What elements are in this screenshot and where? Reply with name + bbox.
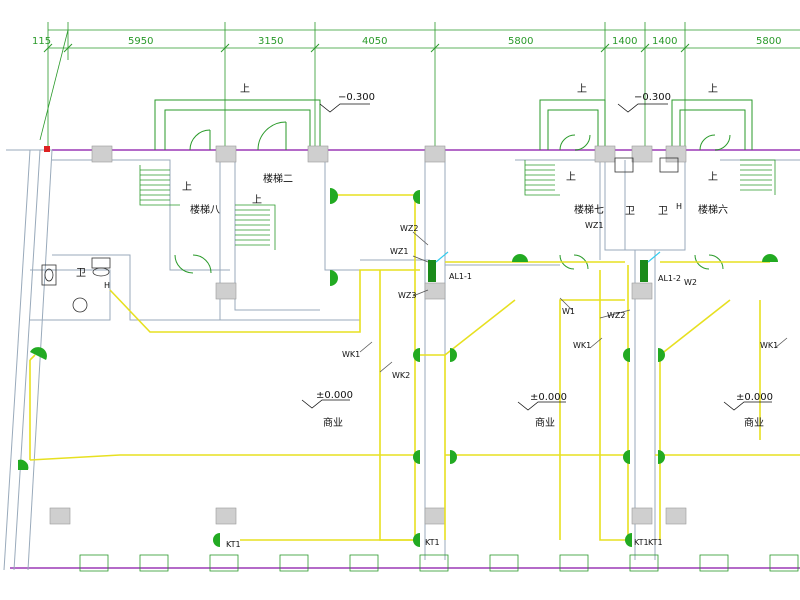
fixture-7	[450, 450, 457, 464]
circuit-wz1-b: WZ1	[585, 221, 603, 230]
circuit-wz2-b: WZ2	[607, 311, 625, 320]
stair-2-label: 楼梯二	[263, 172, 293, 185]
stair-8-label: 楼梯八	[190, 203, 220, 216]
circuit-wk1-b: WK1	[573, 341, 591, 350]
stair-7-label: 楼梯七	[574, 203, 604, 216]
fixture-14	[512, 254, 528, 262]
circuit-w1: W1	[562, 307, 575, 316]
dim-span-5: 1400	[612, 36, 637, 47]
dim-span-3: 4050	[362, 36, 387, 47]
circuit-wz1-a: WZ1	[390, 247, 408, 256]
fixture-17	[625, 533, 632, 547]
floor-plan-drawing: 115 5950 3150 4050 5800 1400 1400 5800 −…	[3, 22, 800, 572]
fixture-8	[623, 348, 630, 362]
panel-al1-2	[640, 260, 648, 282]
h-mark-1: H	[104, 281, 110, 290]
panel-al1-2-label: AL1-2	[658, 274, 681, 283]
dimension-chain: 115 5950 3150 4050 5800 1400 1400 5800	[32, 22, 800, 150]
up-mark-5: 上	[252, 194, 262, 206]
fixture-2	[330, 270, 338, 286]
dim-span-7: 5800	[756, 36, 781, 47]
dim-span-1: 5950	[128, 36, 153, 47]
dim-span-2: 3150	[258, 36, 283, 47]
fixture-13	[18, 459, 29, 470]
fixture-10	[658, 348, 665, 362]
toilet-label-2: 卫	[625, 206, 635, 217]
circuit-wk2: WK2	[392, 371, 410, 380]
circuit-kt1-d: KT1	[648, 538, 663, 547]
fixture-15	[762, 254, 778, 262]
fixture-9	[623, 450, 630, 464]
up-mark-4: 上	[182, 181, 192, 193]
circuit-kt1-a: KT1	[226, 540, 241, 549]
circuit-wk1-c: WK1	[760, 341, 778, 350]
panel-al1-1	[428, 260, 436, 282]
level-floor-3: ±0.000	[736, 392, 773, 403]
fixture-4	[413, 348, 420, 362]
level-floor-1: ±0.000	[316, 390, 353, 401]
panel-al1-1-label: AL1-1	[449, 272, 472, 281]
fixture-3	[413, 190, 420, 204]
level-top-right: −0.300	[634, 92, 671, 103]
up-mark-1: 上	[240, 83, 250, 95]
dim-span-6: 1400	[652, 36, 677, 47]
up-mark-3: 上	[708, 83, 718, 95]
toilet-label-1: 卫	[76, 268, 86, 279]
room-shop-2: 商业	[535, 416, 555, 429]
fixture-5	[413, 450, 420, 464]
circuit-kt1-b: KT1	[425, 538, 440, 547]
up-mark-7: 上	[708, 171, 718, 183]
circuit-wz3: WZ3	[398, 291, 416, 300]
toilet-label-3: 卫	[658, 206, 668, 217]
light-fixtures	[18, 188, 778, 547]
circuit-wk1-a: WK1	[342, 350, 360, 359]
columns	[49, 145, 687, 525]
stair-6-label: 楼梯六	[698, 203, 728, 216]
fixture-1	[330, 188, 338, 204]
dim-first: 115	[32, 36, 51, 47]
up-mark-2: 上	[577, 83, 587, 95]
level-top-left: −0.300	[338, 92, 375, 103]
h-mark-2: H	[676, 202, 682, 211]
room-shop-1: 商业	[323, 416, 343, 429]
circuit-w2: W2	[684, 278, 697, 287]
circuit-kt1-c: KT1	[634, 538, 649, 547]
fixture-16	[413, 533, 420, 547]
up-mark-6: 上	[566, 171, 576, 183]
building-outline	[3, 99, 800, 571]
fixture-11	[658, 450, 665, 464]
fixture-18	[213, 533, 220, 547]
level-floor-2: ±0.000	[530, 392, 567, 403]
dim-span-4: 5800	[508, 36, 533, 47]
room-shop-3: 商业	[744, 416, 764, 429]
circuit-wz2-a: WZ2	[400, 224, 418, 233]
fixture-6	[450, 348, 457, 362]
